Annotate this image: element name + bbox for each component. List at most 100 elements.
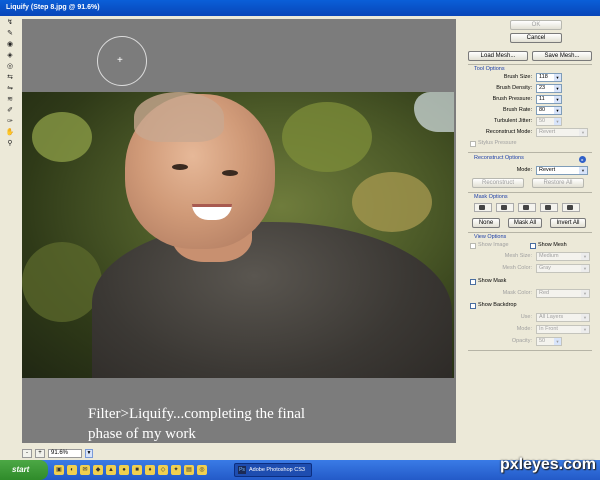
chevron-down-icon[interactable]: ▼ bbox=[579, 167, 587, 174]
reconstruct-tool-icon[interactable]: ✎ bbox=[5, 28, 15, 38]
save-mesh-button[interactable]: Save Mesh... bbox=[532, 51, 592, 61]
brush-density-field[interactable]: 23 ▼ bbox=[536, 84, 562, 93]
brush-size-field[interactable]: 118 ▼ bbox=[536, 73, 562, 82]
start-button[interactable]: start bbox=[0, 460, 48, 480]
zoom-out-button[interactable]: - bbox=[22, 448, 32, 458]
quick-launch-icon[interactable]: ◇ bbox=[158, 465, 168, 475]
show-backdrop-checkbox[interactable] bbox=[470, 303, 476, 309]
backdrop-use-label: Use: bbox=[520, 314, 532, 320]
panel-menu-icon[interactable]: ▸ bbox=[579, 156, 586, 163]
photo-sky bbox=[414, 92, 454, 132]
bloat-tool-icon[interactable]: ◎ bbox=[5, 61, 15, 71]
turbulence-tool-icon[interactable]: ≋ bbox=[5, 94, 15, 104]
hand-tool-icon[interactable]: ✋ bbox=[5, 127, 15, 137]
chevron-down-icon[interactable]: ▼ bbox=[581, 265, 589, 272]
taskbar-item-label: Adobe Photoshop CS3 bbox=[249, 467, 305, 473]
cancel-button[interactable]: Cancel bbox=[510, 33, 562, 43]
quick-launch-icon[interactable]: ● bbox=[119, 465, 129, 475]
invert-all-button[interactable]: Invert All bbox=[550, 218, 586, 228]
reconstruct-mode-label-2: Mode: bbox=[516, 167, 532, 173]
quick-launch-icon[interactable]: ▲ bbox=[106, 465, 116, 475]
brush-rate-field[interactable]: 80 ▼ bbox=[536, 106, 562, 115]
quick-launch-icon[interactable]: ▤ bbox=[184, 465, 194, 475]
restore-all-button[interactable]: Restore All bbox=[532, 178, 584, 188]
subtract-from-selection-icon[interactable] bbox=[518, 203, 536, 212]
stylus-pressure-label: Stylus Pressure bbox=[478, 140, 517, 146]
brush-pressure-label: Brush Pressure: bbox=[492, 96, 532, 102]
dropdown-arrow-icon[interactable]: ▼ bbox=[554, 85, 561, 92]
crosshair-icon: + bbox=[117, 55, 123, 66]
zoom-level-field[interactable]: 91.6% bbox=[48, 448, 82, 458]
reconstruct-button[interactable]: Reconstruct bbox=[472, 178, 524, 188]
quick-launch-icon[interactable]: ■ bbox=[132, 465, 142, 475]
dropdown-arrow-icon[interactable]: ▼ bbox=[554, 74, 561, 81]
backdrop-use-select[interactable]: All Layers ▼ bbox=[536, 313, 590, 322]
quick-launch-icon[interactable]: ◆ bbox=[93, 465, 103, 475]
freeze-mask-tool-icon[interactable]: ✐ bbox=[5, 105, 15, 115]
divider bbox=[468, 350, 592, 351]
replace-selection-icon[interactable] bbox=[474, 203, 492, 212]
show-mesh-label: Show Mesh bbox=[538, 242, 567, 248]
dropdown-arrow-icon[interactable]: ▼ bbox=[554, 96, 561, 103]
reconstruct-mode-select[interactable]: Revert ▼ bbox=[536, 128, 588, 137]
stylus-pressure-checkbox[interactable] bbox=[470, 141, 476, 147]
mask-all-button[interactable]: Mask All bbox=[508, 218, 542, 228]
turbulent-jitter-label: Turbulent Jitter: bbox=[493, 118, 532, 124]
photo-scalp bbox=[134, 92, 224, 142]
divider bbox=[468, 152, 592, 153]
quick-launch-icon[interactable]: ♦ bbox=[145, 465, 155, 475]
options-panel: OK Cancel Load Mesh... Save Mesh... Tool… bbox=[466, 16, 600, 460]
mesh-size-select[interactable]: Medium ▼ bbox=[536, 252, 590, 261]
zoom-dropdown-icon[interactable]: ▼ bbox=[85, 448, 93, 458]
photoshop-icon: Ps bbox=[238, 466, 246, 474]
show-mesh-checkbox[interactable] bbox=[530, 243, 536, 249]
zoom-tool-icon[interactable]: ⚲ bbox=[5, 138, 15, 148]
load-mesh-button[interactable]: Load Mesh... bbox=[468, 51, 528, 61]
quick-launch: ▣ ◐ ✉ ◆ ▲ ● ■ ♦ ◇ ✦ ▤ ◎ bbox=[54, 465, 207, 475]
mask-none-button[interactable]: None bbox=[472, 218, 500, 228]
show-mask-checkbox[interactable] bbox=[470, 279, 476, 285]
preview-photo[interactable] bbox=[22, 92, 454, 378]
preview-canvas[interactable]: + Filter>Liquify...completing the final … bbox=[22, 19, 456, 443]
ok-button[interactable]: OK bbox=[510, 20, 562, 30]
intersect-selection-icon[interactable] bbox=[540, 203, 558, 212]
forward-warp-tool-icon[interactable]: ↯ bbox=[5, 17, 15, 27]
dropdown-arrow-icon[interactable]: ▼ bbox=[554, 118, 561, 125]
thaw-mask-tool-icon[interactable]: ✑ bbox=[5, 116, 15, 126]
zoom-in-button[interactable]: + bbox=[35, 448, 45, 458]
brush-pressure-field[interactable]: 11 ▼ bbox=[536, 95, 562, 104]
dropdown-arrow-icon[interactable]: ▼ bbox=[554, 338, 561, 345]
backdrop-mode-select[interactable]: In Front ▼ bbox=[536, 325, 590, 334]
photo-sweater bbox=[92, 222, 452, 378]
view-options-heading: View Options bbox=[474, 234, 507, 240]
chevron-down-icon[interactable]: ▼ bbox=[581, 326, 589, 333]
mesh-color-label: Mesh Color: bbox=[502, 265, 532, 271]
mirror-tool-icon[interactable]: ⇋ bbox=[5, 83, 15, 93]
add-to-selection-icon[interactable] bbox=[496, 203, 514, 212]
chevron-down-icon[interactable]: ▼ bbox=[581, 253, 589, 260]
chevron-down-icon[interactable]: ▼ bbox=[581, 290, 589, 297]
quick-launch-icon[interactable]: ◐ bbox=[67, 465, 77, 475]
twirl-tool-icon[interactable]: ◉ bbox=[5, 39, 15, 49]
quick-launch-icon[interactable]: ▣ bbox=[54, 465, 64, 475]
chevron-down-icon[interactable]: ▼ bbox=[579, 129, 587, 136]
window-title-bar[interactable]: Liquify (Step 8.jpg @ 91.6%) bbox=[0, 0, 600, 16]
pucker-tool-icon[interactable]: ◈ bbox=[5, 50, 15, 60]
dropdown-arrow-icon[interactable]: ▼ bbox=[554, 107, 561, 114]
backdrop-opacity-field[interactable]: 50 ▼ bbox=[536, 337, 562, 346]
taskbar-photoshop-item[interactable]: Ps Adobe Photoshop CS3 bbox=[234, 463, 312, 477]
quick-launch-icon[interactable]: ◎ bbox=[197, 465, 207, 475]
turbulent-jitter-field[interactable]: 50 ▼ bbox=[536, 117, 562, 126]
show-image-checkbox[interactable] bbox=[470, 243, 476, 249]
window-title: Liquify (Step 8.jpg @ 91.6%) bbox=[6, 4, 100, 11]
invert-selection-icon[interactable] bbox=[562, 203, 580, 212]
push-left-tool-icon[interactable]: ⇆ bbox=[5, 72, 15, 82]
mask-color-select[interactable]: Red ▼ bbox=[536, 289, 590, 298]
zoom-bar: - + 91.6% ▼ bbox=[22, 447, 456, 459]
chevron-down-icon[interactable]: ▼ bbox=[581, 314, 589, 321]
reconstruct-mode-dropdown[interactable]: Revert ▼ bbox=[536, 166, 588, 175]
quick-launch-icon[interactable]: ✦ bbox=[171, 465, 181, 475]
mesh-color-select[interactable]: Gray ▼ bbox=[536, 264, 590, 273]
quick-launch-icon[interactable]: ✉ bbox=[80, 465, 90, 475]
caption-line-2: phase of my work bbox=[88, 426, 196, 442]
